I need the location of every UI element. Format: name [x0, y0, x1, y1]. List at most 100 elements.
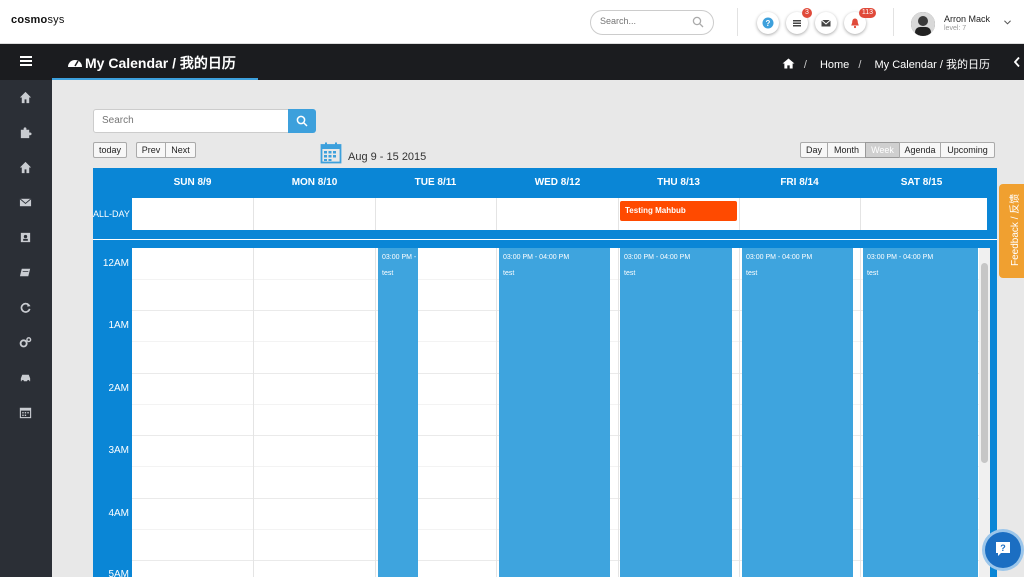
top-search-box[interactable] [590, 10, 714, 35]
day-header: MON 8/10 [291, 177, 338, 188]
calendar-event[interactable]: 03:00 PM - 04:00 PM test [620, 248, 732, 577]
svg-text:?: ? [766, 19, 771, 28]
sidebar-item-books[interactable] [0, 258, 52, 288]
envelope-icon [821, 19, 831, 27]
car-icon [20, 374, 31, 383]
list-icon [793, 20, 801, 27]
calendar-event[interactable]: 03:00 PM - 04:00 PM test [863, 248, 978, 577]
chevron-left-icon[interactable] [1014, 57, 1020, 67]
sidebar-item-home[interactable] [0, 83, 52, 113]
page-header: My Calendar / 我的日历 / Home / My Calendar … [52, 44, 1024, 81]
all-day-cell-divider [375, 198, 376, 230]
event-title: test [746, 270, 758, 277]
help-button[interactable]: ? [757, 12, 779, 34]
refresh-icon [20, 302, 31, 313]
event-time: 03:00 PM - 04:00 PM [867, 254, 934, 261]
alerts-badge: 113 [858, 8, 876, 18]
calendar-search-input[interactable] [102, 115, 282, 126]
question-icon: ? [762, 17, 774, 29]
event-time: 03:00 PM - 04:00 PM [624, 254, 691, 261]
sidebar-item-contacts[interactable] [0, 223, 52, 253]
menu-toggle[interactable] [0, 44, 52, 80]
day-header: SUN 8/9 [173, 177, 212, 188]
brand-logo-part1: cosmo [11, 14, 48, 26]
all-day-label: ALL-DAY [93, 209, 130, 219]
calendar-event[interactable]: 03:00 PM - test [378, 248, 418, 577]
top-search-input[interactable] [600, 16, 690, 26]
sidebar-item-sync[interactable] [0, 293, 52, 323]
sidebar-item-settings[interactable] [0, 328, 52, 358]
view-day-button[interactable]: Day [800, 142, 828, 158]
sidebar [0, 44, 52, 577]
home-icon[interactable] [782, 58, 795, 69]
day-column-line [253, 248, 254, 577]
bell-icon [851, 18, 859, 29]
all-day-row[interactable] [132, 198, 987, 230]
envelope-icon [19, 198, 32, 207]
sidebar-item-vehicles[interactable] [0, 363, 52, 393]
view-week-button[interactable]: Week [865, 142, 900, 158]
search-icon[interactable] [692, 16, 704, 28]
sidebar-item-calendar[interactable] [0, 398, 52, 428]
alerts-button[interactable]: 113 [844, 8, 876, 34]
scrollbar-thumb[interactable] [981, 263, 988, 463]
feedback-tab[interactable]: Feedback / 反馈 [999, 184, 1024, 278]
calendar-event[interactable]: 03:00 PM - 04:00 PM test [742, 248, 853, 577]
user-name[interactable]: Arron Mack [944, 14, 990, 24]
cogs-icon [19, 337, 32, 348]
tasks-button[interactable]: 3 [786, 8, 812, 34]
brand-logo[interactable]: cosmosys [11, 14, 65, 26]
divider [893, 8, 894, 36]
view-upcoming-button[interactable]: Upcoming [940, 142, 995, 158]
week-calendar: SUN 8/9 MON 8/10 TUE 8/11 WED 8/12 THU 8… [93, 168, 997, 577]
day-column-line [739, 248, 740, 577]
chat-help-button[interactable]: ? [985, 532, 1021, 568]
day-header-row: SUN 8/9 MON 8/10 TUE 8/11 WED 8/12 THU 8… [93, 168, 997, 198]
brand-logo-part2: sys [47, 14, 65, 26]
event-time: 03:00 PM - 04:00 PM [503, 254, 570, 261]
chevron-down-icon[interactable] [1004, 20, 1011, 25]
hour-label: 2AM [108, 383, 129, 394]
feedback-label: Feedback / 反馈 [1010, 193, 1021, 266]
all-day-event[interactable]: Testing Mahbub [620, 201, 737, 221]
day-header: WED 8/12 [534, 177, 581, 188]
day-column-line [860, 248, 861, 577]
avatar[interactable] [911, 12, 935, 36]
calendar-icon [320, 142, 342, 164]
event-title: test [503, 270, 515, 277]
calendar-event[interactable]: 03:00 PM - 04:00 PM test [499, 248, 610, 577]
chat-question-icon: ? [996, 542, 1010, 556]
calendar-search-box[interactable] [93, 109, 289, 133]
breadcrumb-current: My Calendar / 我的日历 [874, 59, 990, 71]
all-day-cell-divider [739, 198, 740, 230]
breadcrumb-home[interactable]: Home [820, 59, 849, 71]
calendar-icon [19, 407, 32, 419]
all-day-cell-divider [496, 198, 497, 230]
search-icon [296, 115, 308, 127]
messages-button[interactable] [815, 12, 837, 34]
hour-label: 12AM [102, 258, 129, 269]
book-icon [19, 268, 31, 277]
day-header: FRI 8/14 [780, 177, 819, 188]
page-title: My Calendar / 我的日历 [85, 55, 236, 71]
prev-button[interactable]: Prev [136, 142, 166, 158]
view-month-button[interactable]: Month [827, 142, 866, 158]
day-column-line [496, 248, 497, 577]
event-title: test [624, 270, 636, 277]
puzzle-icon [20, 127, 32, 139]
contact-card-icon [20, 232, 31, 243]
view-agenda-button[interactable]: Agenda [899, 142, 941, 158]
next-button[interactable]: Next [165, 142, 196, 158]
sidebar-item-home2[interactable] [0, 153, 52, 183]
sidebar-item-modules[interactable] [0, 118, 52, 148]
hour-label: 3AM [108, 445, 129, 456]
sidebar-item-mail[interactable] [0, 188, 52, 218]
today-button[interactable]: today [93, 142, 127, 158]
calendar-search-button[interactable] [288, 109, 316, 133]
all-day-cell-divider [618, 198, 619, 230]
day-column-line [375, 248, 376, 577]
event-title: test [867, 270, 879, 277]
home-icon [19, 161, 32, 174]
hour-label: 5AM [108, 569, 129, 577]
divider [737, 8, 738, 36]
